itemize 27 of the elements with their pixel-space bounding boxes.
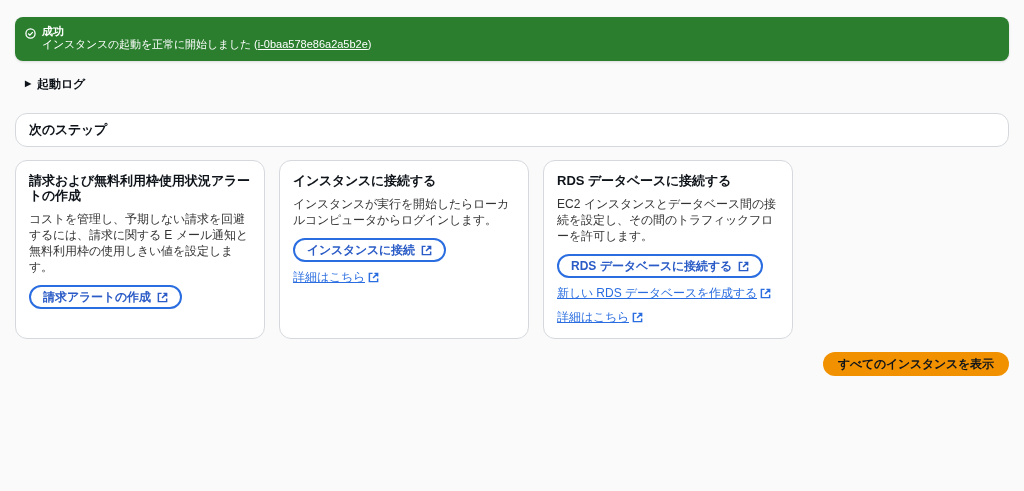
card-title: インスタンスに接続する <box>293 173 436 188</box>
caret-icon: ▶ <box>25 78 31 90</box>
card-action-button[interactable]: 請求アラートの作成 <box>29 285 182 309</box>
external-link-icon <box>632 311 643 323</box>
card-description: インスタンスが実行を開始したらローカルコンピュータからログインします。 <box>293 196 510 228</box>
external-link-icon <box>368 271 379 283</box>
card-title: 請求および無料利用枠使用状況アラートの作成 <box>29 173 251 203</box>
banner-title: 成功 <box>42 25 65 38</box>
card-action-button[interactable]: インスタンスに接続 <box>293 238 446 262</box>
instance-id-link[interactable]: i-0baa578e86a2a5b2e <box>257 38 368 51</box>
card-description: EC2 インスタンスとデータベース間の接続を設定し、その間のトラフィックフローを許可します。 <box>557 196 777 244</box>
launch-log-toggle[interactable]: ▶ 起動ログ <box>25 75 85 93</box>
card-title: RDS データベースに接続する <box>557 173 732 188</box>
external-link-icon <box>737 260 749 272</box>
external-link-icon <box>157 291 168 303</box>
banner-message: インスタンスの起動を正常に開始しました ( <box>42 38 258 51</box>
card-action-button[interactable]: RDS データベースに接続する <box>557 254 763 278</box>
card-description: コストを管理し、予期しない請求を回避するには、請求に関する E メール通知と無料利用枠の使用しきい値を設定します。 <box>29 211 249 275</box>
external-link-icon <box>421 244 432 256</box>
card-link[interactable]: 詳細はこちら <box>557 308 643 326</box>
banner-message-end: ) <box>367 38 372 51</box>
external-link-icon <box>760 287 771 299</box>
section-title: 次のステップ <box>29 121 107 140</box>
card-link[interactable]: 詳細はこちら <box>293 268 379 286</box>
view-all-instances-button[interactable]: すべてのインスタンスを表示 <box>823 352 1009 376</box>
card-link[interactable]: 新しい RDS データベースを作成する <box>557 284 771 302</box>
check-circle-icon <box>25 28 36 39</box>
